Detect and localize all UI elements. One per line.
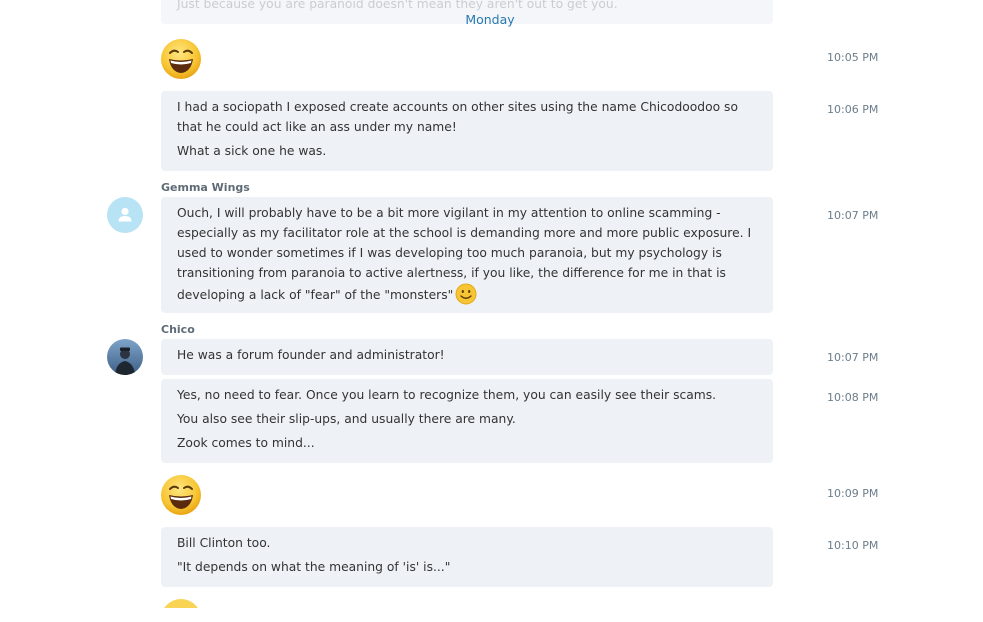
message-text: Ouch, I will probably have to be a bit m… xyxy=(177,203,757,305)
message-text: What a sick one he was. xyxy=(177,144,327,158)
message-timestamp: 10:07 PM xyxy=(827,209,879,222)
message-timestamp: 10:09 PM xyxy=(827,487,879,500)
chat-history: Just because you are paranoid doesn't me… xyxy=(0,0,983,622)
message-text: You also see their slip-ups, and usually… xyxy=(177,412,516,426)
default-user-icon xyxy=(118,207,132,222)
message-timestamp: 10:07 PM xyxy=(827,351,879,364)
message-bubble[interactable]: He was a forum founder and administrator… xyxy=(161,339,773,375)
avatar[interactable] xyxy=(107,197,143,233)
laugh-emoji-icon[interactable] xyxy=(160,38,202,80)
partial-emoji-icon[interactable] xyxy=(160,598,202,608)
message-timestamp: 10:08 PM xyxy=(827,391,879,404)
message-bubble[interactable]: I had a sociopath I exposed create accou… xyxy=(161,91,773,171)
message-timestamp: 10:05 PM xyxy=(827,51,879,64)
message-timestamp: 10:10 PM xyxy=(827,539,879,552)
avatar[interactable] xyxy=(107,339,143,375)
message-text: "It depends on what the meaning of 'is' … xyxy=(177,560,451,574)
message-text: I had a sociopath I exposed create accou… xyxy=(177,100,738,134)
message-text: Yes, no need to fear. Once you learn to … xyxy=(177,388,717,402)
laugh-emoji-icon[interactable] xyxy=(160,474,202,516)
smile-emoji-icon xyxy=(455,283,477,305)
chico-photo-icon xyxy=(107,339,143,375)
sender-name[interactable]: Chico xyxy=(161,323,195,336)
message-text: Bill Clinton too. xyxy=(177,536,271,550)
message-timestamp: 10:06 PM xyxy=(827,103,879,116)
message-text: He was a forum founder and administrator… xyxy=(177,348,445,362)
message-text: Zook comes to mind... xyxy=(177,436,315,450)
sender-name[interactable]: Gemma Wings xyxy=(161,181,250,194)
date-separator: Monday xyxy=(465,12,515,27)
previous-message-text: Just because you are paranoid doesn't me… xyxy=(177,0,618,11)
message-bubble[interactable]: Bill Clinton too. "It depends on what th… xyxy=(161,527,773,587)
message-bubble[interactable]: Yes, no need to fear. Once you learn to … xyxy=(161,379,773,463)
message-bubble[interactable]: Ouch, I will probably have to be a bit m… xyxy=(161,197,773,313)
